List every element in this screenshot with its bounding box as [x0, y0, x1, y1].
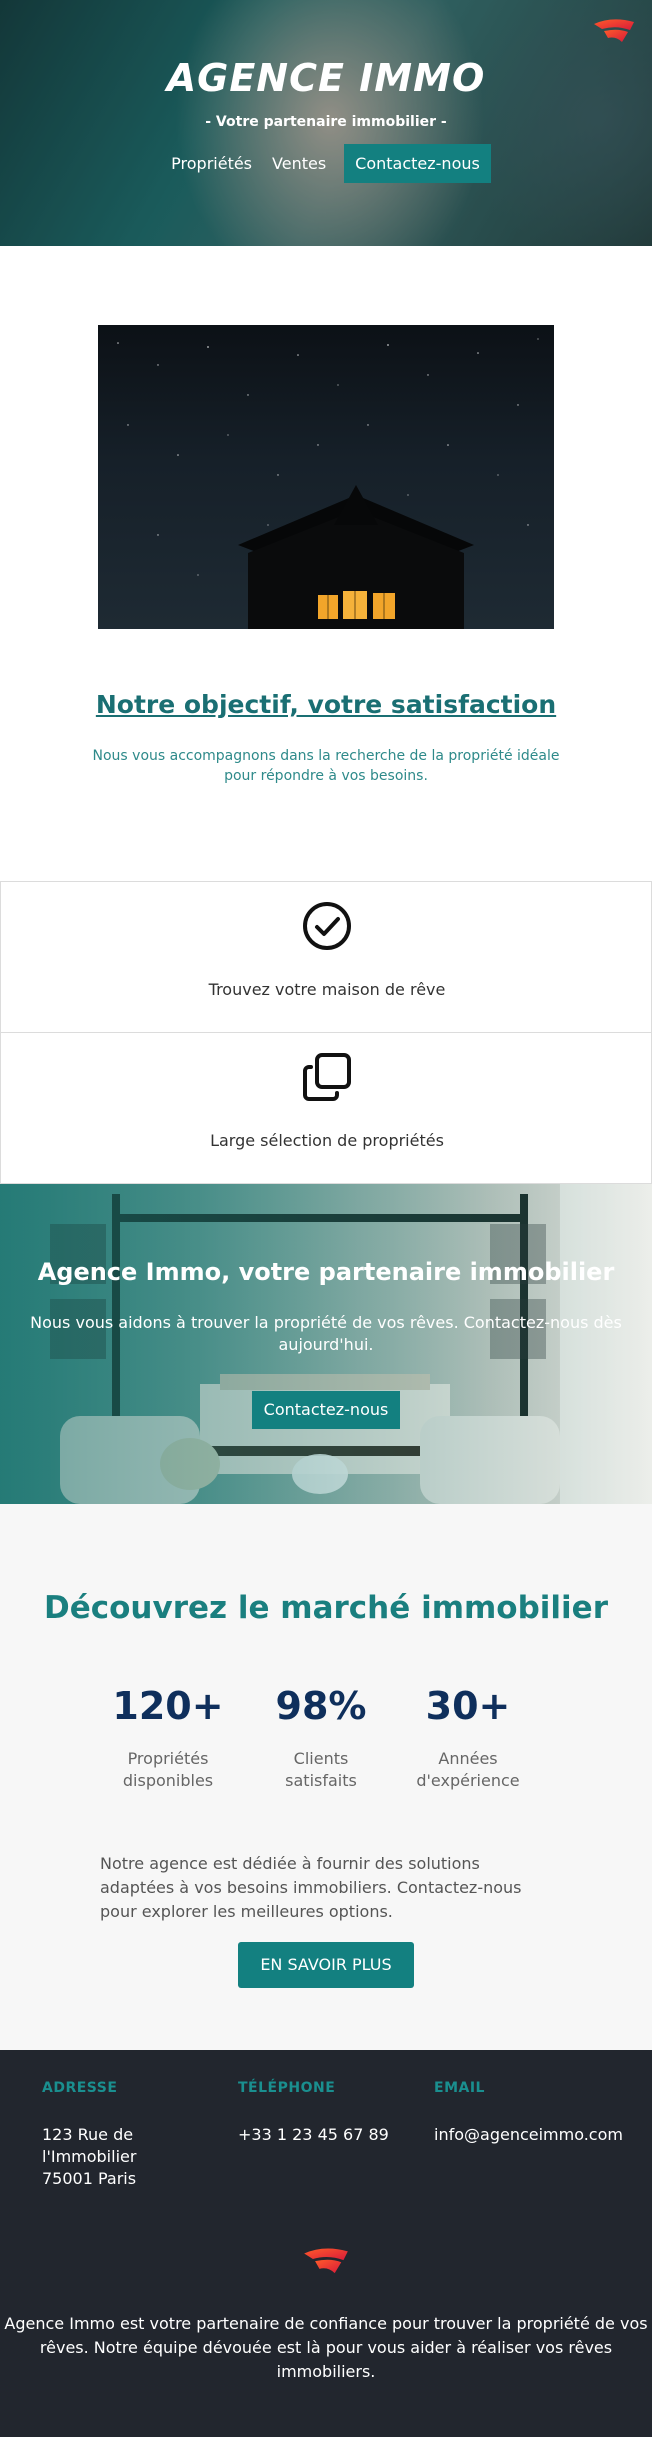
footer-about-text: Agence Immo est votre partenaire de conf… — [4, 2314, 648, 2381]
bedroom-banner: Agence Immo, votre partenaire immobilier… — [0, 1184, 652, 1504]
nav-link-proprietes[interactable]: Propriétés — [161, 144, 262, 183]
footer-email-value[interactable]: info@agenceimmo.com — [434, 2124, 644, 2146]
stat-value: 120+ — [112, 1684, 224, 1728]
stat-clients: 98% Clients satisfaits — [259, 1684, 383, 1792]
house-night-photo — [98, 325, 554, 629]
feature-card-dream-home: Trouvez votre maison de rêve — [0, 881, 652, 1033]
hero-header: AGENCE IMMO - Votre partenaire immobilie… — [0, 0, 652, 246]
footer-phone: TÉLÉPHONE +33 1 23 45 67 89 — [238, 2080, 438, 2146]
page: AGENCE IMMO - Votre partenaire immobilie… — [0, 0, 652, 2437]
feature-label: Large sélection de propriétés — [210, 1131, 444, 1150]
footer-address-value: 123 Rue de l'Immobilier 75001 Paris — [42, 2125, 137, 2188]
feature-label: Trouvez votre maison de rêve — [208, 980, 446, 999]
brand-logo-icon[interactable] — [592, 14, 636, 44]
stat-experience: 30+ Années d'expérience — [406, 1684, 530, 1792]
stat-value: 98% — [275, 1684, 367, 1728]
site-tagline: - Votre partenaire immobilier - — [205, 114, 447, 130]
objective-heading: Notre objectif, votre satisfaction — [95, 690, 557, 719]
stat-caption: Années d'expérience — [416, 1749, 520, 1790]
objective-text: Nous vous accompagnons dans la recherche… — [92, 748, 560, 784]
footer-address: ADRESSE 123 Rue de l'Immobilier 75001 Pa… — [42, 2080, 242, 2190]
footer-address-label: ADRESSE — [42, 2080, 118, 2096]
site-title: AGENCE IMMO — [166, 56, 486, 100]
stat-properties: 120+ Propriétés disponibles — [106, 1684, 230, 1792]
nav-link-ventes[interactable]: Ventes — [262, 144, 336, 183]
nav-link-contact[interactable]: Contactez-nous — [344, 144, 491, 183]
site-footer: ADRESSE 123 Rue de l'Immobilier 75001 Pa… — [0, 2050, 652, 2437]
banner-text: Nous vous aidons à trouver la propriété … — [30, 1313, 622, 1354]
footer-phone-value[interactable]: +33 1 23 45 67 89 — [238, 2124, 438, 2146]
main-nav: Propriétés Ventes Contactez-nous — [0, 144, 652, 183]
feature-card-selection: Large sélection de propriétés — [0, 1032, 652, 1184]
stat-value: 30+ — [425, 1684, 511, 1728]
market-section: Découvrez le marché immobilier 120+ Prop… — [0, 1504, 652, 2050]
stat-caption: Propriétés disponibles — [122, 1749, 214, 1790]
footer-email-label: EMAIL — [434, 2080, 485, 2096]
banner-heading: Agence Immo, votre partenaire immobilier — [37, 1258, 615, 1286]
learn-more-button[interactable]: EN SAVOIR PLUS — [238, 1942, 414, 1988]
stat-caption: Clients satisfaits — [285, 1749, 357, 1790]
check-circle-icon — [303, 902, 351, 950]
footer-brand-logo-icon — [304, 2248, 348, 2274]
copy-squares-icon — [303, 1053, 351, 1101]
market-description: Notre agence est dédiée à fournir des so… — [100, 1854, 522, 1921]
footer-phone-label: TÉLÉPHONE — [238, 2080, 336, 2096]
footer-email: EMAIL info@agenceimmo.com — [434, 2080, 644, 2146]
market-heading: Découvrez le marché immobilier — [44, 1590, 608, 1626]
banner-contact-button[interactable]: Contactez-nous — [252, 1391, 400, 1429]
